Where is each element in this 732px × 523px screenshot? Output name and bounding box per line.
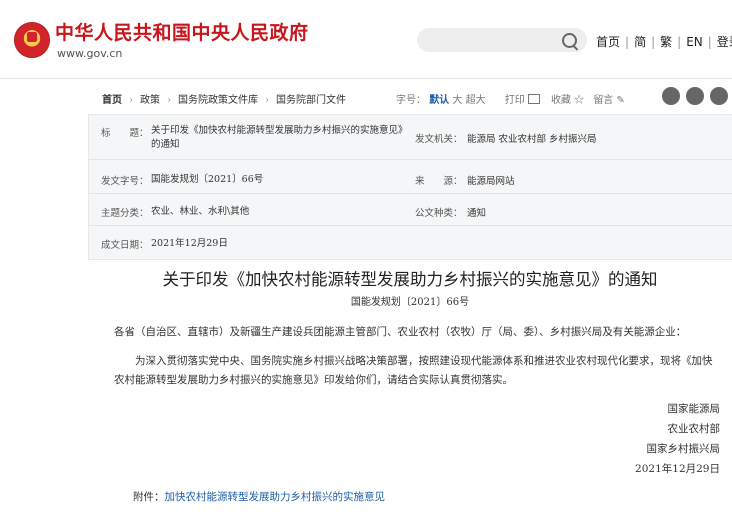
pencil-icon[interactable]: ✎: [613, 95, 624, 106]
attachment-label: 附件：: [133, 491, 165, 503]
print-button[interactable]: 打印: [505, 95, 525, 106]
font-size-label: 字号：: [396, 95, 426, 106]
comment-button[interactable]: 留言: [593, 95, 613, 106]
more-share-icon[interactable]: [710, 87, 728, 105]
type-key: 公文种类：: [415, 208, 463, 219]
sign-date: 2021年12月29日: [635, 463, 720, 475]
issuer-key: 发文机关：: [415, 134, 463, 145]
traditional-link[interactable]: 繁: [660, 35, 672, 49]
page-tools: 字号： 默认 大 超大 打印 收藏 ☆ 留言 ✎: [396, 91, 625, 106]
site-url: www.gov.cn: [57, 47, 123, 60]
info-row: 成文日期： 2021年12月29日: [89, 225, 732, 258]
breadcrumb-library[interactable]: 国务院政策文件库: [178, 95, 258, 106]
issuer-value: 能源局 农业农村部 乡村振兴局: [467, 134, 597, 145]
date-key: 成文日期：: [101, 240, 149, 251]
site-title[interactable]: 中华人民共和国中央人民政府: [55, 18, 309, 45]
topic-value: 农业、林业、水利\其他: [151, 206, 250, 217]
attachment: 附件：加快农村能源转型发展助力乡村振兴的实施意见: [133, 489, 385, 504]
breadcrumb-bar: 首页 › 政策 › 国务院政策文件库 › 国务院部门文件 字号： 默认 大 超大 打印 收藏…: [88, 84, 732, 110]
attachment-link[interactable]: 加快农村能源转型发展助力乡村振兴的实施意见: [165, 491, 386, 503]
star-icon[interactable]: ☆: [571, 95, 584, 106]
login-link[interactable]: 登录: [717, 35, 732, 49]
docno-key: 发文字号：: [101, 176, 149, 187]
wechat-icon[interactable]: [686, 87, 704, 105]
printer-icon[interactable]: [527, 94, 540, 104]
info-row: 主题分类： 农业、林业、水利\其他 公文种类： 通知: [89, 193, 732, 226]
document-number: 国能发规划〔2021〕66号: [350, 297, 470, 308]
breadcrumb-policy[interactable]: 政策: [140, 95, 160, 106]
font-large[interactable]: 大: [452, 95, 462, 106]
info-row: 标 题： 关于印发《加快农村能源转型发展助力乡村振兴的实施意见》的通知 发文机关…: [89, 115, 732, 160]
document-info-table: 标 题： 关于印发《加快农村能源转型发展助力乡村振兴的实施意见》的通知 发文机关…: [88, 114, 732, 260]
signer-agriculture: 农业农村部: [667, 423, 721, 435]
site-header: 中华人民共和国中央人民政府 www.gov.cn 首页|简|繁|EN|登录: [0, 0, 732, 79]
english-link[interactable]: EN: [686, 35, 703, 49]
date-value: 2021年12月29日: [151, 238, 228, 249]
breadcrumb-home[interactable]: 首页: [102, 95, 122, 106]
type-value: 通知: [467, 208, 487, 219]
home-link[interactable]: 首页: [596, 35, 620, 49]
simplified-link[interactable]: 简: [634, 35, 646, 49]
top-links: 首页|简|繁|EN|登录: [596, 33, 732, 50]
weibo-icon[interactable]: [662, 87, 680, 105]
document-title: 关于印发《加快农村能源转型发展助力乡村振兴的实施意见》的通知: [162, 270, 658, 289]
search-icon[interactable]: [562, 33, 577, 48]
title-value: 关于印发《加快农村能源转型发展助力乡村振兴的实施意见》的通知: [151, 125, 408, 150]
breadcrumb-dept-docs[interactable]: 国务院部门文件: [276, 95, 346, 106]
source-key: 来 源：: [415, 176, 463, 187]
favorite-button[interactable]: 收藏: [551, 95, 571, 106]
salutation: 各省（自治区、直辖市）及新疆生产建设兵团能源主管部门、农业农村（农牧）厅（局、委…: [114, 326, 687, 338]
signer-rural: 国家乡村振兴局: [646, 443, 721, 455]
topic-key: 主题分类：: [101, 208, 149, 219]
signer-energy: 国家能源局: [667, 403, 721, 415]
info-row: 发文字号： 国能发规划〔2021〕66号 来 源： 能源局网站: [89, 159, 732, 194]
body-paragraph: 为深入贯彻落实党中央、国务院实施乡村振兴战略决策部署，按照建设现代能源体系和推进…: [114, 355, 713, 386]
title-key: 标 题：: [101, 128, 149, 139]
font-default[interactable]: 默认: [429, 95, 449, 106]
national-emblem-icon[interactable]: [14, 22, 50, 58]
font-xlarge[interactable]: 超大: [466, 95, 486, 106]
source-value: 能源局网站: [467, 176, 515, 187]
docno-value: 国能发规划〔2021〕66号: [151, 174, 264, 185]
breadcrumb: 首页 › 政策 › 国务院政策文件库 › 国务院部门文件: [102, 95, 346, 106]
